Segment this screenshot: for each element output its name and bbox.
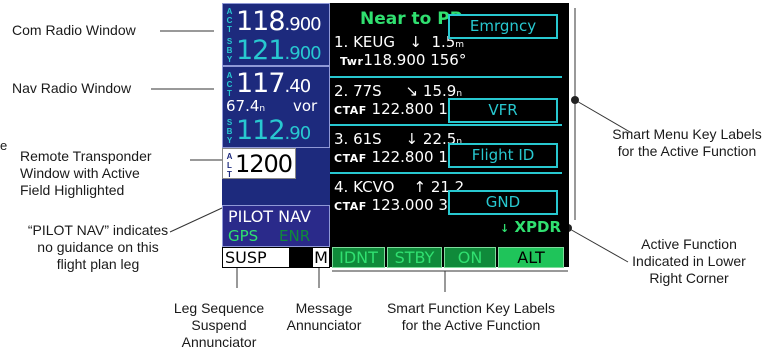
smart-function-keys-label: Smart Function Key Labels for the Active… bbox=[386, 300, 556, 333]
nav-sby-label: SBY bbox=[225, 118, 234, 145]
list-separator bbox=[330, 76, 562, 78]
nearest-waypoint-1-freq: Twr118.900 156° bbox=[340, 51, 467, 69]
function-key-alt[interactable]: ALT bbox=[498, 247, 564, 268]
active-function-label: Active Function Indicated in Lower Right… bbox=[632, 236, 746, 286]
nearest-waypoint-1[interactable]: 1. KEUG ↓ 1.5m bbox=[334, 33, 464, 51]
stray-letter: e bbox=[0, 138, 8, 153]
nearest-waypoint-4[interactable]: 4. KCVO ↑ 21.2 bbox=[334, 178, 464, 196]
transponder-code: 1200 bbox=[235, 150, 293, 178]
com-standby-frequency: 121.900 bbox=[236, 35, 322, 66]
gps-mode: GPS bbox=[228, 227, 259, 245]
com-active-frequency: 118.900 bbox=[236, 6, 322, 37]
function-key-idnt[interactable]: IDNT bbox=[332, 247, 385, 268]
function-key-on[interactable]: ON bbox=[444, 247, 496, 268]
active-function-name: XPDR bbox=[514, 218, 562, 236]
com-radio-window-label: Com Radio Window bbox=[12, 22, 136, 38]
nav-act-label: ACT bbox=[225, 71, 234, 98]
nav-mode: vor bbox=[293, 97, 318, 115]
list-separator bbox=[330, 124, 562, 126]
transponder-active-field[interactable]: ALT 1200 bbox=[222, 148, 296, 179]
menu-keys-dot bbox=[571, 96, 579, 104]
leg-sequence-suspend-annunciator: SUSP bbox=[222, 247, 290, 268]
menu-key-flight-id[interactable]: Flight ID bbox=[448, 143, 558, 168]
down-arrow-icon: ↓ bbox=[500, 222, 510, 235]
com-radio-window[interactable]: ACT 118.900 SBY 121.900 bbox=[222, 3, 330, 66]
transponder-window[interactable]: ALT 1200 bbox=[222, 148, 330, 205]
message-annunciator[interactable]: M bbox=[312, 247, 330, 268]
leg-sequence-label: Leg Sequence Suspend Annunciator bbox=[173, 300, 265, 350]
enr-mode: ENR bbox=[279, 227, 311, 245]
remote-transponder-label: Remote Transponder Window with Active Fi… bbox=[20, 148, 152, 198]
pilot-nav-indicator: PILOT NAV bbox=[228, 207, 311, 226]
pilot-nav-leader bbox=[169, 207, 223, 233]
transponder-alt-label: ALT bbox=[225, 152, 234, 179]
nearest-waypoint-3[interactable]: 3. 61S ↓ 22.5n bbox=[334, 130, 462, 148]
com-sby-label: SBY bbox=[225, 37, 234, 64]
menu-key-vfr[interactable]: VFR bbox=[448, 98, 558, 123]
smart-menu-keys-label: Smart Menu Key Labels for the Active Fun… bbox=[612, 126, 762, 159]
pilot-nav-note-label: “PILOT NAV” indicates no guidance on thi… bbox=[27, 222, 169, 272]
list-separator bbox=[330, 172, 562, 174]
nearest-waypoint-2[interactable]: 2. 77S ↘ 15.9n bbox=[334, 82, 462, 100]
active-function-indicator: ↓ XPDR bbox=[500, 218, 561, 236]
nav-status-window: PILOT NAV GPS ENR bbox=[222, 205, 330, 247]
annunciator-gap bbox=[290, 247, 312, 268]
nav-active-frequency: 117.40 bbox=[236, 68, 311, 99]
com-act-label: ACT bbox=[225, 7, 234, 34]
nav-radio-window[interactable]: ACT 117.40 67.4n vor SBY 112.90 bbox=[222, 66, 330, 148]
function-key-stby[interactable]: STBY bbox=[387, 247, 442, 268]
nav-radial-readout: 67.4n bbox=[226, 97, 266, 115]
menu-key-emrgncy[interactable]: Emrgncy bbox=[448, 14, 558, 39]
message-annunciator-label: Message Annunciator bbox=[286, 300, 362, 333]
menu-key-gnd[interactable]: GND bbox=[448, 190, 558, 215]
nav-radio-window-label: Nav Radio Window bbox=[12, 80, 132, 96]
nav-standby-frequency: 112.90 bbox=[236, 115, 311, 146]
